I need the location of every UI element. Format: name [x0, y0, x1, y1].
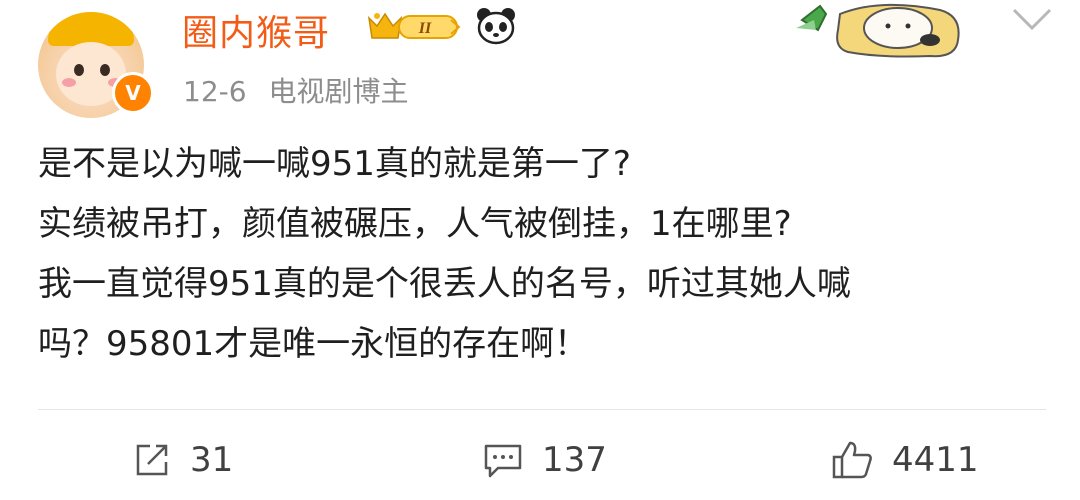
- share-icon: [136, 444, 168, 476]
- post-line: 我一直觉得951真的是个很丢人的名号，听过其她人喊: [38, 264, 851, 304]
- avatar-cheek-left: [62, 78, 76, 87]
- post-content: 是不是以为喊一喊951真的就是第一了? 实绩被吊打，颜值被碾压，人气被倒挂，1在…: [38, 134, 1048, 374]
- thumbs-up-icon: [832, 441, 872, 479]
- avatar-eye-right: [100, 64, 110, 76]
- like-count: 4411: [892, 440, 979, 480]
- level-text: II: [418, 20, 432, 37]
- panda-icon: [477, 8, 515, 45]
- like-button[interactable]: 4411: [830, 438, 979, 482]
- post-meta: 12-6 电视剧博主: [183, 70, 409, 110]
- avatar-crown-decoration: [48, 12, 134, 46]
- chevron-down-icon[interactable]: [1010, 4, 1054, 34]
- comment-icon: [484, 444, 522, 478]
- comment-button[interactable]: 137: [482, 438, 607, 482]
- avatar-eye-left: [74, 64, 84, 76]
- author-name[interactable]: 圈内猴哥: [182, 4, 330, 56]
- post-line: 吗？95801才是唯一永恒的存在啊！: [38, 324, 589, 364]
- post-date: 12-6: [183, 75, 247, 108]
- repost-button[interactable]: 31: [132, 438, 233, 482]
- crown-level-badge-icon[interactable]: II: [365, 8, 465, 44]
- decorative-sticker-icon: [796, 3, 960, 58]
- verified-badge: V: [112, 72, 154, 114]
- divider: [38, 409, 1046, 410]
- repost-count: 31: [190, 440, 234, 480]
- post-line: 实绩被吊打，颜值被碾压，人气被倒挂，1在哪里?: [38, 204, 792, 244]
- comment-count: 137: [542, 440, 607, 480]
- author-tag: 电视剧博主: [268, 75, 409, 108]
- post-line: 是不是以为喊一喊951真的就是第一了?: [38, 144, 631, 184]
